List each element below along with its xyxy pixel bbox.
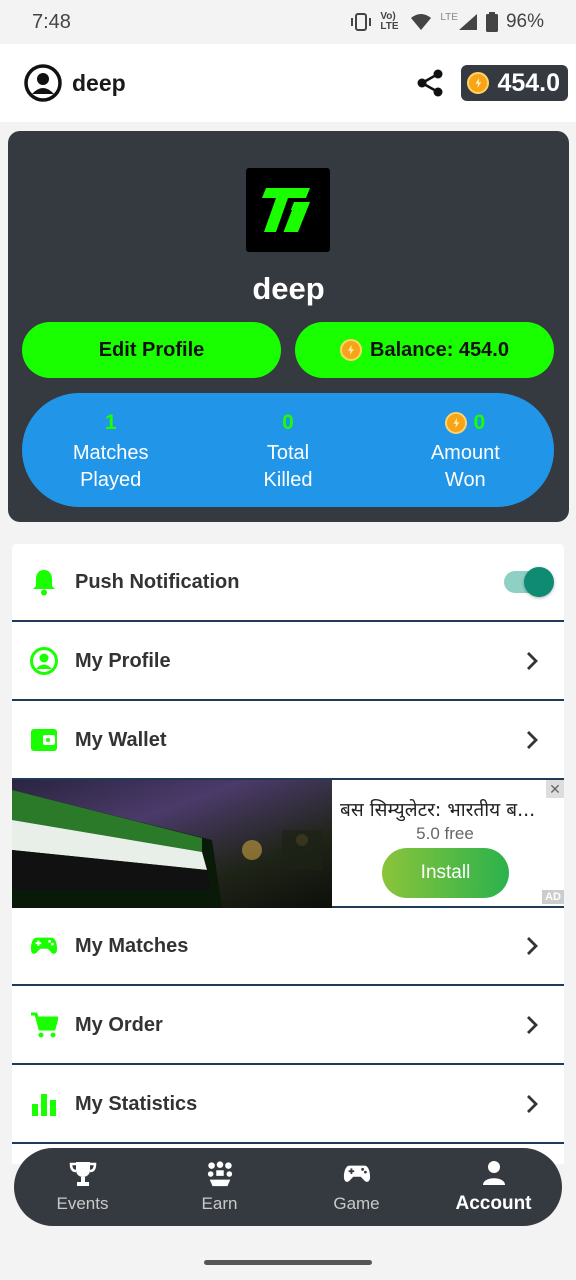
edit-profile-label: Edit Profile <box>98 338 205 361</box>
vibrate-icon <box>350 12 372 32</box>
gift-tree-icon <box>206 1160 234 1188</box>
share-icon[interactable] <box>413 66 447 100</box>
bottom-nav: Events Earn Game Account <box>14 1148 562 1226</box>
account-avatar-icon[interactable] <box>24 64 62 102</box>
nav-game[interactable]: Game <box>288 1160 425 1214</box>
gamepad-icon <box>30 932 58 960</box>
menu-label: My Order <box>75 1013 163 1036</box>
stat-label: Amount Won <box>430 442 500 491</box>
menu-list: Push Notification My Profile My Wallet ब… <box>12 544 564 1164</box>
nav-account[interactable]: Account <box>425 1159 562 1215</box>
nav-events[interactable]: Events <box>14 1160 151 1214</box>
profile-logo <box>246 168 330 252</box>
edit-profile-button[interactable]: Edit Profile <box>22 322 281 378</box>
wallet-icon <box>30 726 58 754</box>
nav-label: Account <box>455 1193 532 1214</box>
nav-label: Events <box>56 1194 109 1213</box>
chevron-right-icon <box>524 1015 540 1035</box>
status-time: 7:48 <box>32 10 71 33</box>
stat-label: Total Killed <box>263 442 313 491</box>
menu-push-notification: Push Notification <box>12 544 564 622</box>
stat-value: 0 <box>282 411 294 434</box>
status-bar: 7:48 Vo) LTE LTE 96% <box>0 0 576 44</box>
bar-chart-icon <box>30 1090 58 1118</box>
coin-icon <box>340 339 362 361</box>
stat-matches-played: 1 Matches Played <box>22 393 199 507</box>
trophy-icon <box>69 1160 97 1188</box>
status-icons: Vo) LTE LTE 96% <box>350 11 544 33</box>
wifi-icon <box>410 13 432 31</box>
menu-label: My Statistics <box>75 1092 198 1115</box>
coin-balance-chip[interactable]: 454.0 <box>461 65 568 101</box>
push-notification-toggle[interactable] <box>504 567 554 597</box>
balance-button[interactable]: Balance: 454.0 <box>295 322 554 378</box>
balance-label: Balance: 454.0 <box>370 338 509 361</box>
home-indicator[interactable] <box>204 1260 372 1265</box>
ad-title: बस सिम्युलेटर: भारतीय ब... <box>340 799 536 821</box>
menu-my-profile[interactable]: My Profile <box>12 623 564 701</box>
stat-value-wrap: 0 <box>445 409 485 437</box>
profile-icon <box>30 647 58 675</box>
chevron-right-icon <box>524 1094 540 1114</box>
stat-value: 1 <box>104 411 117 434</box>
stats-box: 1 Matches Played 0 Total Killed 0 Amount Wo… <box>22 393 554 507</box>
menu-label: My Matches <box>75 934 189 957</box>
menu-my-order[interactable]: My Order <box>12 987 564 1065</box>
menu-my-matches[interactable]: My Matches <box>12 908 564 986</box>
profile-name: deep <box>252 271 325 306</box>
battery-level: 96% <box>505 11 544 32</box>
stat-label: Matches Played <box>72 442 149 491</box>
ad-install-button[interactable]: Install <box>382 848 509 898</box>
nav-label: Earn <box>201 1194 238 1213</box>
nav-earn[interactable]: Earn <box>151 1160 288 1214</box>
coin-icon <box>467 72 490 94</box>
person-icon <box>480 1159 508 1187</box>
volte-label: Vo) LTE <box>380 11 399 32</box>
stat-total-killed: 0 Total Killed <box>199 393 376 507</box>
gamepad-icon <box>343 1160 371 1188</box>
cart-icon <box>30 1011 58 1039</box>
menu-label: My Profile <box>75 649 171 672</box>
menu-my-statistics[interactable]: My Statistics <box>12 1066 564 1144</box>
bell-icon <box>30 568 58 596</box>
ad-rating: 5.0 free <box>416 824 474 843</box>
coin-icon <box>445 412 468 434</box>
battery-icon <box>485 12 498 32</box>
chevron-right-icon <box>524 936 540 956</box>
ad-image[interactable] <box>12 780 332 908</box>
chevron-right-icon <box>524 730 540 750</box>
profile-card: deep Edit Profile Balance: 454.0 1 Match… <box>8 131 569 522</box>
lte-label: LTE <box>440 11 458 23</box>
stat-amount-won: 0 Amount Won <box>377 393 554 507</box>
chevron-right-icon <box>524 651 540 671</box>
ad-close-icon[interactable]: ✕ <box>546 780 564 798</box>
ad-banner[interactable]: बस सिम्युलेटर: भारतीय ब... 5.0 free Inst… <box>12 780 564 908</box>
header-username: deep <box>72 69 126 96</box>
nav-label: Game <box>333 1194 380 1213</box>
signal-icon <box>458 13 478 31</box>
menu-my-wallet[interactable]: My Wallet <box>12 702 564 780</box>
coin-balance-value: 454.0 <box>497 68 560 97</box>
ad-badge: AD <box>542 890 564 904</box>
stat-value: 0 <box>473 411 486 434</box>
menu-label: Push Notification <box>75 570 240 593</box>
app-bar: deep 454.0 <box>0 44 576 122</box>
menu-label: My Wallet <box>75 728 167 751</box>
